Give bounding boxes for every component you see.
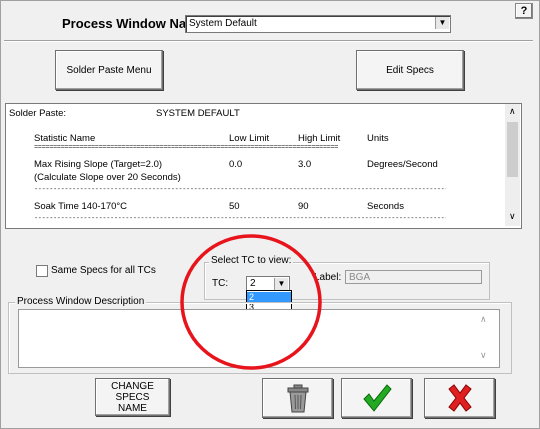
column-header-statistic: Statistic Name [34, 133, 96, 144]
ok-button[interactable] [341, 378, 412, 418]
change-specs-name-label: CHANGE SPECS NAME [111, 380, 154, 414]
report-scrollbar[interactable]: ∧ ∨ [505, 104, 520, 226]
description-title: Process Window Description [15, 296, 147, 307]
row-1-subtext: (Calculate Slope over 20 Seconds) [34, 172, 181, 183]
column-header-high-limit: High Limit [298, 133, 341, 144]
column-header-units: Units [367, 133, 389, 144]
check-mark-icon [362, 384, 392, 412]
row-2-high: 90 [298, 201, 309, 212]
label-field[interactable]: BGA [345, 270, 482, 284]
edit-specs-button[interactable]: Edit Specs [356, 50, 464, 90]
row-1-units: Degrees/Second [367, 159, 438, 170]
solder-paste-menu-button[interactable]: Solder Paste Menu [55, 50, 163, 90]
same-specs-label: Same Specs for all TCs [51, 265, 156, 276]
process-window-name-select[interactable]: System Default ▼ [185, 15, 451, 33]
row-1-name: Max Rising Slope (Target=2.0) [34, 159, 163, 170]
row-2-low: 50 [229, 201, 240, 212]
spec-report-panel[interactable]: Solder Paste: SYSTEM DEFAULT Statistic N… [5, 103, 522, 229]
scroll-thumb[interactable] [507, 122, 518, 177]
header-separator [4, 40, 533, 42]
solder-paste-label: Solder Paste: [9, 108, 67, 119]
desc-scroll-up-icon[interactable]: ∧ [480, 314, 487, 325]
row-divider-2: ----------------------------------------… [34, 215, 446, 223]
row-2-units: Seconds [367, 201, 404, 212]
same-specs-checkbox[interactable] [36, 265, 48, 277]
desc-scroll-down-icon[interactable]: ∨ [480, 350, 487, 361]
solder-paste-value: SYSTEM DEFAULT [156, 108, 240, 119]
change-specs-name-button[interactable]: CHANGE SPECS NAME [95, 378, 170, 416]
scroll-up-icon[interactable]: ∧ [509, 106, 516, 117]
help-button[interactable]: ? [515, 3, 533, 19]
red-x-icon [447, 384, 472, 412]
column-header-low-limit: Low Limit [229, 133, 270, 144]
row-divider: ----------------------------------------… [34, 186, 446, 194]
header-divider: ========================================… [34, 144, 339, 152]
process-window-name-value: System Default [189, 18, 257, 29]
cancel-button[interactable] [424, 378, 495, 418]
scroll-down-icon[interactable]: ∨ [509, 211, 516, 222]
chevron-down-icon[interactable]: ▼ [435, 17, 449, 29]
highlight-circle [180, 234, 322, 370]
delete-button[interactable] [262, 378, 333, 418]
trash-can-icon [287, 384, 308, 413]
row-1-low: 0.0 [229, 159, 243, 170]
row-1-high: 3.0 [298, 159, 312, 170]
row-2-name: Soak Time 140-170°C [34, 201, 128, 212]
